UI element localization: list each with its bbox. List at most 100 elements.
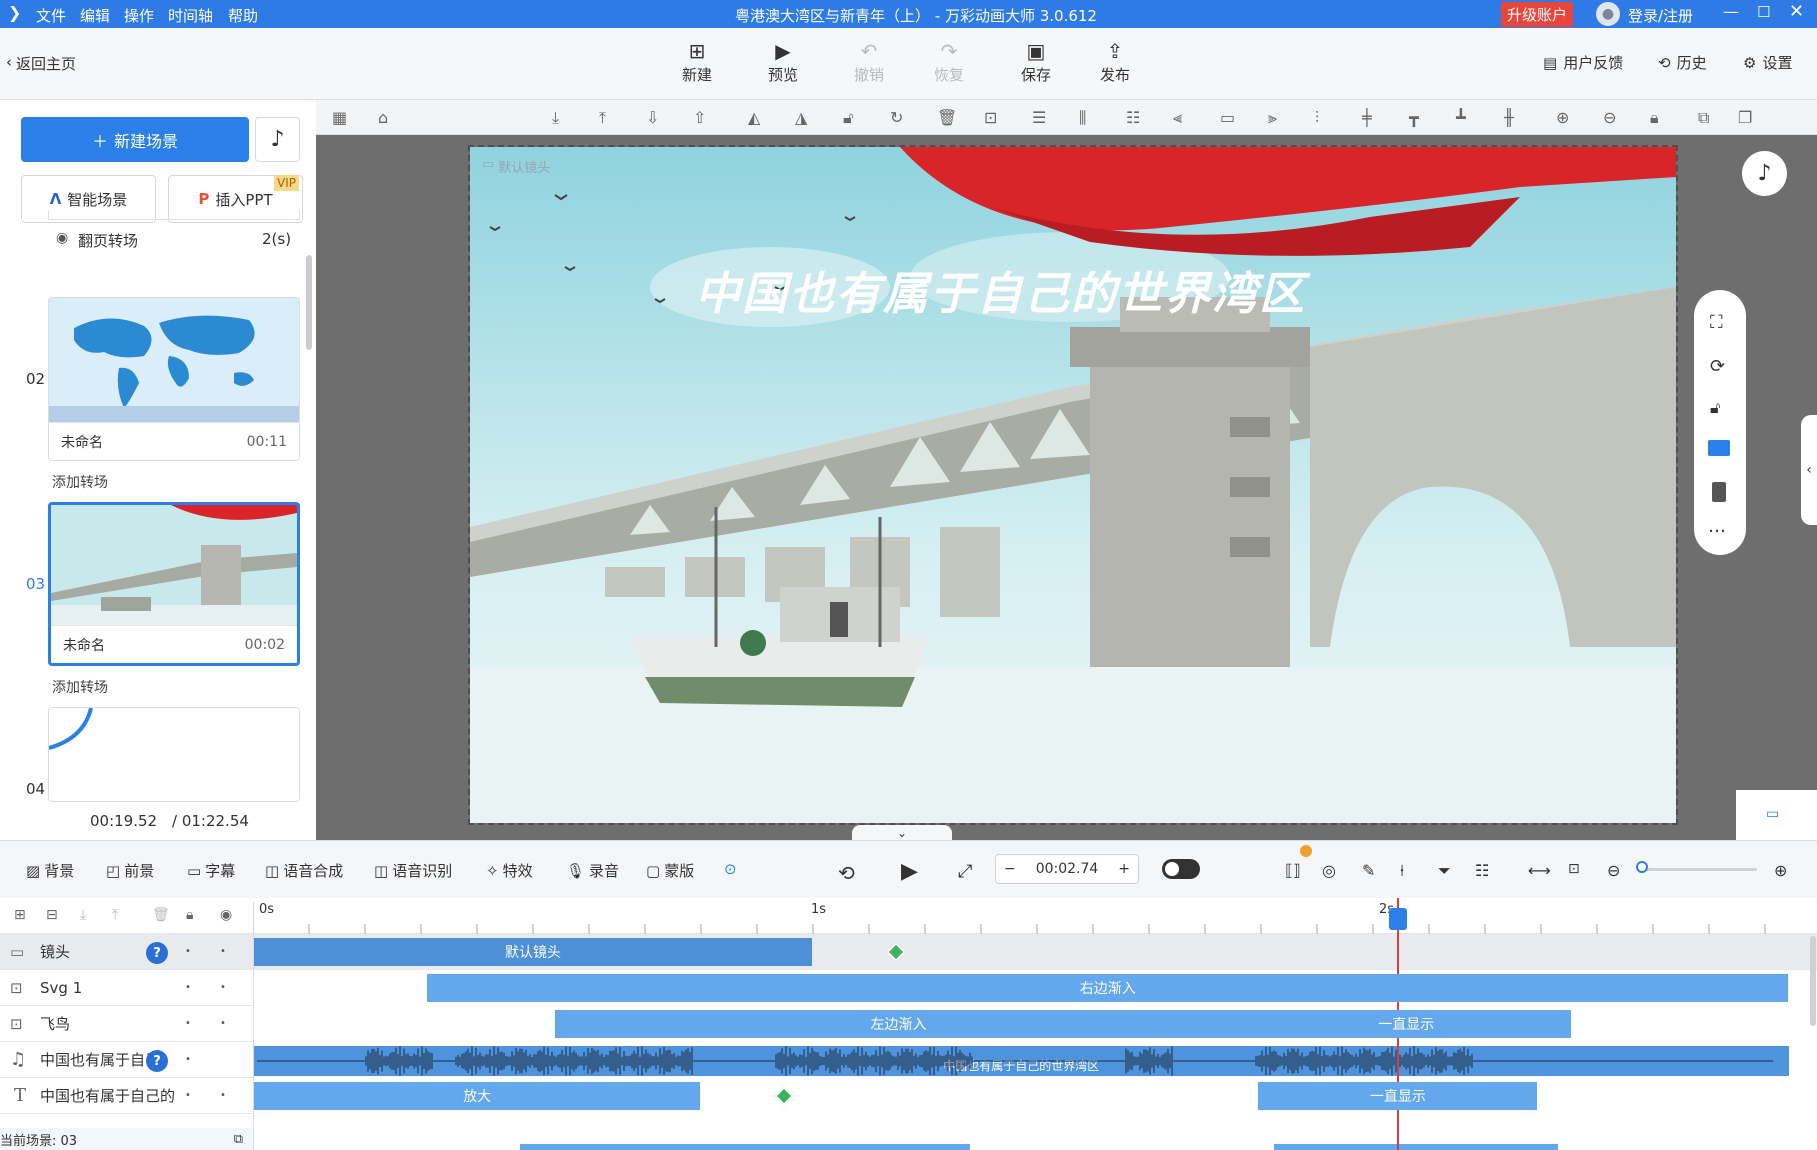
align-left-icon[interactable]: ⫷ (1173, 108, 1182, 128)
track-row-text[interactable]: T 中国也有属于自己的 • • (0, 1078, 253, 1114)
track-row-bird[interactable]: ⊡ 飞鸟 • • (0, 1006, 253, 1042)
camera-shot-icon[interactable]: ◎ (1322, 861, 1336, 880)
timeline-clip[interactable]: 一直显示 (1258, 1082, 1538, 1110)
lock-icon[interactable]: 🔒︎ (186, 907, 193, 923)
canvas-lock-icon[interactable]: 🔒︎ (1650, 108, 1659, 128)
rotate-icon[interactable]: ↻ (890, 108, 903, 127)
rotate-view-icon[interactable]: ⟳ (1710, 356, 1725, 377)
time-input[interactable]: 00:02.74 (1036, 861, 1099, 877)
filter-icon[interactable]: ⏷ (1438, 861, 1451, 881)
add-transition-link[interactable]: 添加转场 (52, 677, 108, 697)
undo-button[interactable]: ↶ 撤销 (839, 40, 899, 85)
timeline-clip[interactable]: 一直显示 (1241, 1010, 1571, 1038)
one-to-one-icon[interactable]: ⊡ (1568, 861, 1580, 877)
adjust-icon[interactable]: ☷ (1475, 861, 1489, 880)
back-home-button[interactable]: ‹ 返回主页 (6, 53, 76, 74)
center-h-icon[interactable]: ╪ (1362, 108, 1372, 127)
lock-dot[interactable]: • (220, 982, 226, 993)
fit-screen-icon[interactable]: ⛶ (1710, 312, 1723, 333)
distribute-h-icon[interactable]: ▭ (1220, 108, 1235, 127)
align-center-v-icon[interactable]: ⫼ (1079, 108, 1086, 128)
landscape-icon[interactable] (1708, 440, 1730, 456)
more-tools-button[interactable]: ⊙ (724, 860, 737, 878)
move-up-icon[interactable]: ⇧ (693, 108, 706, 127)
distribute-v-icon[interactable]: ⫸ (1268, 108, 1277, 128)
align-bottom-icon[interactable]: ☷ (1126, 108, 1140, 127)
maximize-icon[interactable]: ☐ (1757, 3, 1770, 21)
scene-thumb-03[interactable]: 未命名 00:02 (48, 502, 300, 666)
help-icon[interactable]: ? (146, 942, 168, 964)
foreground-button[interactable]: ◰ 前景 (106, 860, 154, 881)
visibility-dot[interactable]: • (185, 1018, 191, 1029)
menu-operate[interactable]: 操作 (124, 5, 154, 26)
keyframe-diamond-icon[interactable] (774, 1086, 794, 1106)
scene-thumb-02[interactable]: 未命名 00:11 (48, 297, 300, 461)
transition-label[interactable]: 翻页转场 (78, 230, 138, 251)
visibility-dot[interactable]: • (185, 1054, 191, 1065)
partial-bar[interactable] (520, 1144, 970, 1150)
flip-horizontal-icon[interactable]: ◭ (748, 108, 760, 127)
mask-button[interactable]: ▢ 蒙版 (646, 860, 694, 881)
timeline-clip[interactable]: 默认镜头 (254, 938, 812, 966)
edit-icon[interactable]: ✎ (1362, 861, 1375, 880)
minimap[interactable]: ▭ (1736, 790, 1817, 840)
track-row-camera[interactable]: ▭ 镜头 ? • • (0, 934, 253, 970)
split-icon[interactable]: ⍿ (1400, 861, 1404, 881)
group-icon[interactable]: ⊡ (984, 108, 997, 127)
move-up-icon[interactable]: ⤒ (112, 907, 118, 923)
time-stepper[interactable]: − 00:02.74 + (995, 854, 1139, 884)
track-row-audio[interactable]: ♫ 中国也有属于自己的 ? • (0, 1042, 253, 1078)
zoom-out-icon[interactable]: ⊖ (1603, 108, 1616, 127)
align-right-icon[interactable]: ⫶ (1315, 108, 1319, 128)
add-folder-icon[interactable]: ⊞ (14, 907, 26, 923)
play-icon[interactable]: ▶ (901, 859, 918, 884)
zoom-slider-knob[interactable] (1636, 861, 1648, 873)
feedback-button[interactable]: ▤ 用户反馈 (1543, 52, 1623, 73)
bring-top-icon[interactable]: ⤒ (599, 108, 606, 128)
more-icon[interactable]: … (1708, 516, 1726, 537)
scene-list-scrollbar[interactable] (306, 255, 312, 350)
login-link[interactable]: 登录/注册 (1628, 5, 1693, 26)
toggle-switch[interactable] (1162, 859, 1200, 879)
bring-bottom-icon[interactable]: ⤓ (552, 108, 559, 128)
add-transition-link[interactable]: 添加转场 (52, 472, 108, 492)
menu-file[interactable]: 文件 (36, 5, 66, 26)
effects-button[interactable]: ✧ 特效 (486, 860, 533, 881)
help-icon[interactable]: ? (146, 1050, 168, 1072)
visibility-dot[interactable]: • (185, 982, 191, 993)
settings-button[interactable]: ⚙ 设置 (1743, 52, 1792, 73)
top-edge-icon[interactable]: ┳ (1409, 108, 1419, 127)
preview-button[interactable]: ▶ 预览 (753, 40, 813, 85)
lock-dot[interactable]: • (220, 1018, 226, 1029)
time-ruler[interactable]: 0s 1s 2s (253, 898, 1817, 934)
background-button[interactable]: ▨ 背景 (26, 860, 74, 881)
zoom-out-icon[interactable]: ⊖ (1607, 861, 1620, 880)
upgrade-button[interactable]: 升级账户 (1501, 2, 1574, 27)
paste-icon[interactable]: ❐ (1738, 108, 1752, 127)
asr-button[interactable]: ◫ 语音识别 (374, 860, 452, 881)
menu-help[interactable]: 帮助 (228, 5, 258, 26)
move-down-icon[interactable]: ⤓ (80, 907, 86, 923)
collapse-panel-button[interactable]: ‹ (1801, 415, 1817, 525)
portrait-icon[interactable] (1712, 482, 1726, 502)
ruler-icon[interactable]: ▦ (332, 108, 347, 127)
tracks-scrollbar[interactable] (1810, 936, 1816, 1026)
lock-dot[interactable]: • (220, 946, 226, 957)
visibility-dot[interactable]: • (185, 1090, 191, 1101)
partial-bar[interactable] (1274, 1144, 1558, 1150)
home-icon[interactable]: ⌂ (378, 108, 388, 127)
middle-icon[interactable]: ╫ (1504, 108, 1514, 127)
add-layer-icon[interactable]: ⊟ (46, 907, 58, 923)
replay-icon[interactable]: ⟲ (838, 861, 855, 885)
publish-button[interactable]: ⇪ 发布 (1085, 40, 1145, 85)
collapse-timeline-button[interactable]: ⌄ (852, 825, 952, 840)
delete-icon[interactable]: 🗑︎ (937, 108, 957, 127)
timeline-clip[interactable]: 右边渐入 (426, 974, 1789, 1002)
timeline-clip[interactable]: 放大 (254, 1082, 701, 1110)
music-toggle-button[interactable]: ♪ (1742, 151, 1787, 196)
new-button[interactable]: ⊞ 新建 (667, 40, 727, 85)
zoom-in-icon[interactable]: ⊕ (1774, 861, 1787, 880)
copy-icon[interactable]: ⧉ (1698, 108, 1709, 128)
track-row-svg1[interactable]: ⊡ Svg 1 • • (0, 970, 253, 1006)
headline-text[interactable]: 中国也有属于自己的世界湾区 (695, 257, 1306, 322)
